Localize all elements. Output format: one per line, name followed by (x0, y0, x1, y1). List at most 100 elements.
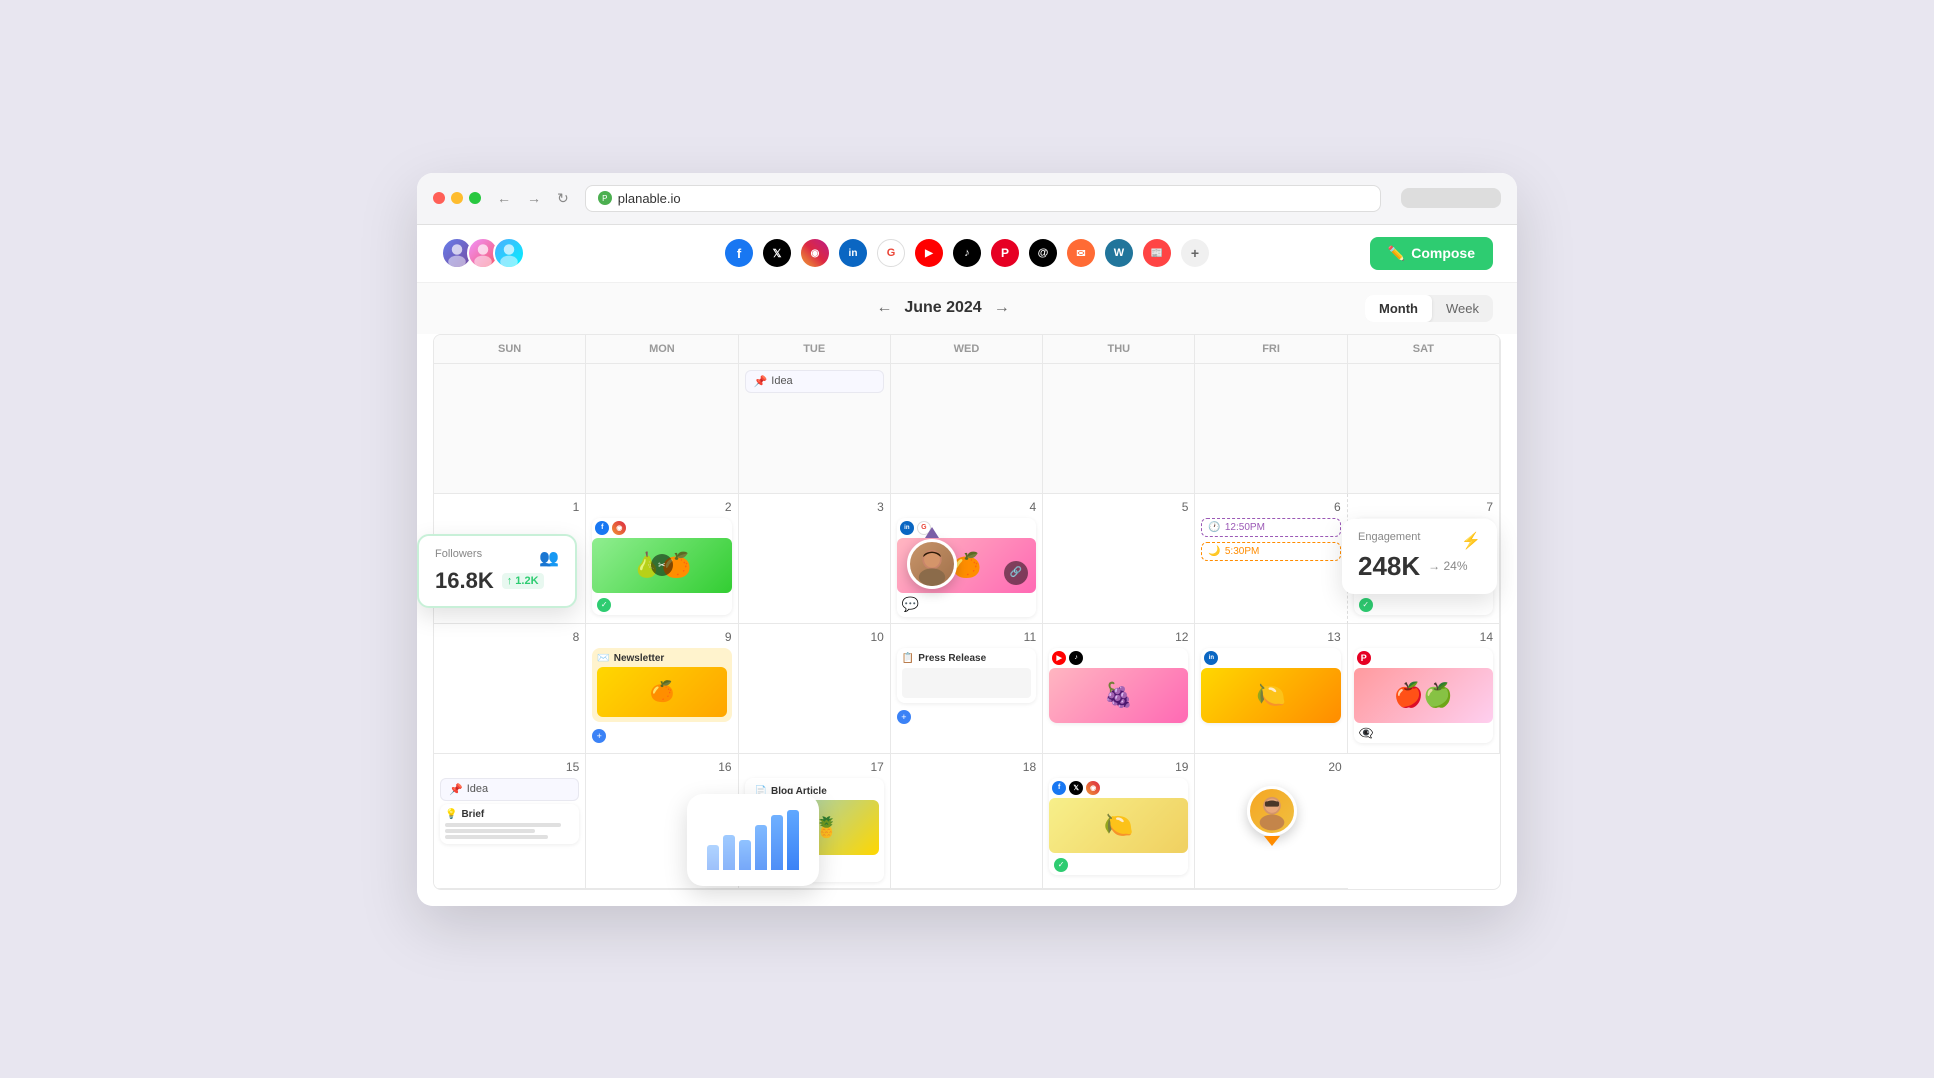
time-chip-2[interactable]: 🌙 5:30PM (1201, 542, 1340, 561)
li-mini-icon-13: in (1204, 651, 1218, 665)
newsletter-label: Newsletter (614, 653, 665, 664)
week-view-button[interactable]: Week (1432, 295, 1493, 322)
instagram-icon[interactable]: ◉ (801, 239, 829, 267)
threads-icon[interactable]: @ (1029, 239, 1057, 267)
plus-btn-9[interactable]: + (592, 729, 606, 743)
brief-line-1 (445, 823, 561, 827)
cell-content-12: ▶ ♪ 🍇 (1049, 648, 1188, 723)
followers-value: 16.8K (435, 568, 494, 594)
compose-label: Compose (1411, 245, 1475, 261)
play-triangle (1264, 836, 1280, 846)
cell-content-20 (1201, 778, 1341, 854)
cell-content-9: ✉️ Newsletter 🍊 + (592, 648, 731, 745)
month-view-button[interactable]: Month (1365, 295, 1432, 322)
add-social-icon[interactable]: + (1181, 239, 1209, 267)
idea-pushpin-icon: 📌 (754, 375, 768, 388)
card-day13[interactable]: in 🍋 (1201, 648, 1340, 723)
calendar-grid: Sun Mon Tue Wed Thu Fri Sat 📌 Idea (433, 334, 1501, 890)
card-day14[interactable]: P 🍎🍏 👁️‍🗨️ (1354, 648, 1493, 743)
bar-4 (755, 825, 767, 870)
chart-bars (707, 810, 799, 870)
brief-card[interactable]: 💡 Brief (440, 804, 579, 844)
card-icons-day4: in G (897, 518, 1036, 538)
day-num-13: 13 (1201, 630, 1340, 644)
email-icon[interactable]: ✉ (1067, 239, 1095, 267)
bar-6 (787, 810, 799, 870)
day-num-2: 2 (592, 500, 731, 514)
fruit-image-day13: 🍋 (1201, 668, 1340, 723)
cal-cell-13: 13 in 🍋 (1195, 624, 1347, 754)
card-icons-day14: P (1354, 648, 1493, 668)
check-area-19: ✓ (1049, 853, 1188, 875)
maximize-btn[interactable] (469, 192, 481, 204)
app-container: f 𝕏 ◉ in G ▶ ♪ P @ ✉ W 📰 + ✏️ Compose (417, 225, 1517, 906)
top-bar: f 𝕏 ◉ in G ▶ ♪ P @ ✉ W 📰 + ✏️ Compose (417, 225, 1517, 283)
minimize-btn[interactable] (451, 192, 463, 204)
eye-area-day14: 👁️‍🗨️ (1354, 723, 1493, 743)
twitter-icon[interactable]: 𝕏 (763, 239, 791, 267)
day-num-15: 15 (440, 760, 579, 774)
url-bar[interactable]: P planable.io (585, 185, 1381, 212)
news-icon[interactable]: 📰 (1143, 239, 1171, 267)
browser-extra (1401, 188, 1501, 208)
brief-line-2 (445, 829, 535, 833)
profile-bubble (907, 539, 957, 589)
day-num-9: 9 (592, 630, 731, 644)
calendar-title: June 2024 (904, 299, 981, 317)
user-avatars (441, 237, 525, 269)
linkedin-icon[interactable]: in (839, 239, 867, 267)
check-badge-day7: ✓ (1359, 598, 1373, 612)
followers-label: Followers (435, 548, 482, 560)
time-chip-1[interactable]: 🕐 12:50PM (1201, 518, 1340, 537)
day-num-10: 10 (745, 630, 884, 644)
press-title: 📋 Press Release (902, 653, 1031, 664)
wordpress-icon[interactable]: W (1105, 239, 1133, 267)
fruit-image-day19: 🍋 (1049, 798, 1188, 853)
idea-chip-1[interactable]: 📌 Idea (745, 370, 884, 393)
day-header-tue: Tue (739, 335, 891, 364)
youtube-icon[interactable]: ▶ (915, 239, 943, 267)
engagement-header: Engagement ⚡ (1358, 531, 1481, 551)
idea-chip-15[interactable]: 📌 Idea (440, 778, 579, 801)
cell-content-15: 📌 Idea 💡 Brief (440, 778, 579, 844)
day-header-sun: Sun (434, 335, 586, 364)
card-day2[interactable]: f ◉ 🍐🍊 ✂ ✓ (592, 518, 731, 615)
engagement-widget: Engagement ⚡ 248K → 24% (1342, 519, 1497, 594)
close-btn[interactable] (433, 192, 445, 204)
li-mini-icon-4: in (900, 521, 914, 535)
tiktok-icon[interactable]: ♪ (953, 239, 981, 267)
cal-cell-empty-6 (1195, 364, 1347, 494)
compose-button[interactable]: ✏️ Compose (1370, 237, 1493, 270)
plus-area-11: + (897, 706, 1036, 726)
facebook-icon[interactable]: f (725, 239, 753, 267)
bar-5 (771, 815, 783, 870)
next-month-button[interactable]: → (994, 299, 1010, 317)
followers-widget: Followers 👥 16.8K ↑ 1.2K (417, 534, 577, 608)
time-value-1: 12:50PM (1225, 522, 1265, 533)
pinterest-icon[interactable]: P (991, 239, 1019, 267)
cell-content-6: 🕐 12:50PM 🌙 5:30PM (1201, 518, 1340, 563)
google-icon[interactable]: G (877, 239, 905, 267)
card-day19[interactable]: f 𝕏 ◉ 🍋 ✓ (1049, 778, 1188, 875)
plus-btn-11[interactable]: + (897, 710, 911, 724)
ig-mini-icon-19: ◉ (1086, 781, 1100, 795)
forward-button[interactable]: → (523, 188, 545, 209)
eye-slash-icon: 👁️‍🗨️ (1359, 726, 1374, 740)
brief-icon: 💡 (445, 809, 457, 820)
day-num-17: 17 (745, 760, 884, 774)
profile-bubble-container (907, 539, 957, 589)
day-num-7: 7 (1354, 500, 1493, 514)
newsletter-card[interactable]: ✉️ Newsletter 🍊 (592, 648, 731, 722)
press-card[interactable]: 📋 Press Release (897, 648, 1036, 703)
prev-month-button[interactable]: ← (876, 299, 892, 317)
cell-content-14: P 🍎🍏 👁️‍🗨️ (1354, 648, 1493, 743)
cal-cell-19: 19 f 𝕏 ◉ 🍋 ✓ (1043, 754, 1195, 889)
refresh-button[interactable]: ↻ (553, 188, 573, 209)
day-num-5: 5 (1049, 500, 1188, 514)
avatar-3 (493, 237, 525, 269)
card-day12[interactable]: ▶ ♪ 🍇 (1049, 648, 1188, 723)
clock-icon-2: 🌙 (1208, 546, 1220, 557)
brief-title: 💡 Brief (445, 809, 574, 820)
cal-cell-6: 6 🕐 12:50PM 🌙 5:30PM (1195, 494, 1347, 624)
back-button[interactable]: ← (493, 188, 515, 209)
